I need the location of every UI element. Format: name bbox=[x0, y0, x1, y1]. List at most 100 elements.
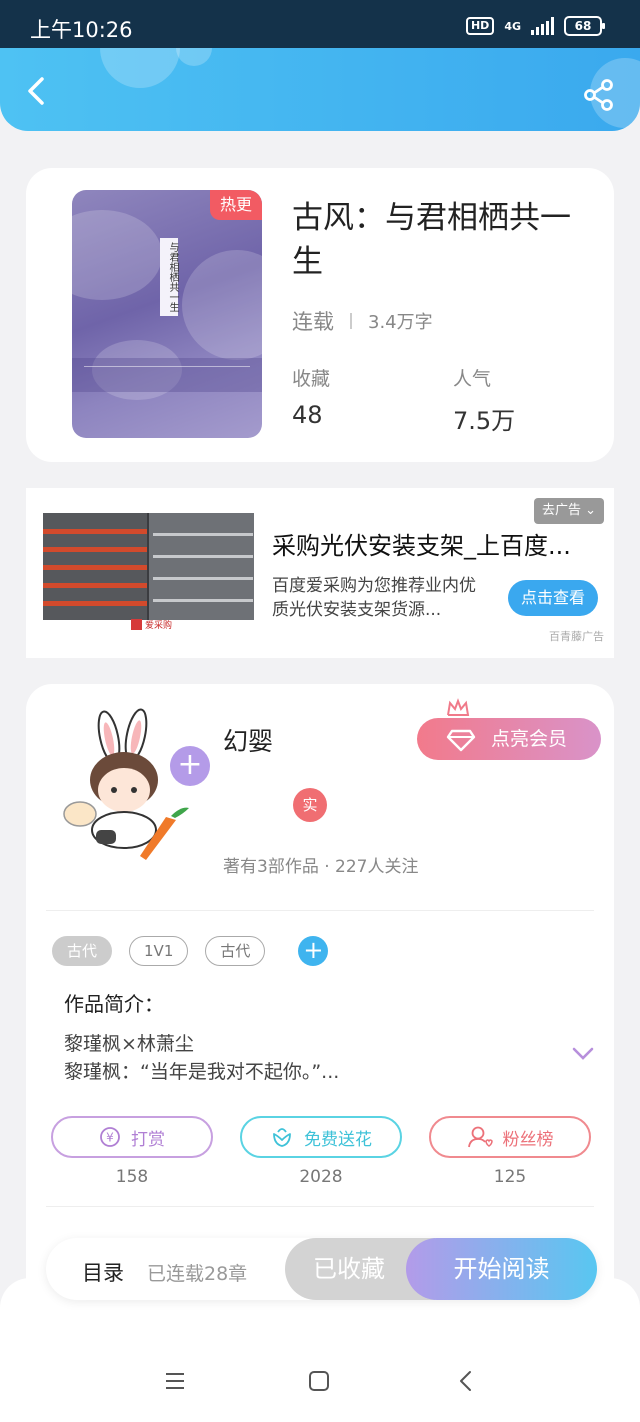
ad-rail bbox=[153, 599, 253, 602]
battery-level: 68 bbox=[574, 19, 592, 33]
ad-rail bbox=[43, 565, 147, 570]
status-bar: 上午10:26 HD 4G 68 bbox=[0, 0, 640, 48]
diamond-icon bbox=[446, 729, 476, 752]
intro-line: 黎瑾枫：“当年是我对不起你。”... bbox=[64, 1061, 340, 1083]
svg-text:¥: ¥ bbox=[106, 1131, 114, 1145]
tag-list: 古代 1V1 古代 + bbox=[52, 936, 329, 966]
ad-rail bbox=[153, 577, 253, 580]
serial-status: 连载 bbox=[292, 310, 334, 334]
flower-icon bbox=[273, 1128, 291, 1147]
hot-update-badge: 热更 bbox=[210, 190, 262, 220]
book-cover[interactable]: 与君相栖共一生 热更 bbox=[72, 190, 262, 438]
back-nav-icon[interactable] bbox=[455, 1370, 477, 1392]
tag-item[interactable]: 古代 bbox=[205, 936, 266, 966]
popularity-label: 人气 bbox=[453, 368, 492, 390]
cover-band-line bbox=[84, 366, 250, 367]
send-flower-button[interactable]: 免费送花 bbox=[240, 1116, 402, 1158]
reading-bar: 目录 已连载28章 已收藏 开始阅读 bbox=[46, 1238, 597, 1300]
share-icon bbox=[584, 79, 613, 111]
ad-image[interactable] bbox=[43, 513, 254, 620]
toc-button[interactable]: 目录 bbox=[82, 1257, 124, 1287]
chevron-down-icon[interactable] bbox=[571, 1046, 595, 1062]
tag-item[interactable]: 古代 bbox=[52, 936, 113, 966]
tip-count: 158 bbox=[115, 1167, 149, 1187]
author-stats: 著有3部作品 · 227人关注 bbox=[223, 857, 419, 877]
cover-band bbox=[72, 358, 262, 392]
start-reading-button[interactable]: 开始阅读 bbox=[406, 1238, 597, 1300]
back-arrow-icon bbox=[28, 77, 44, 105]
ad-brand: 爱采购 bbox=[131, 618, 172, 631]
ad-description: 百度爱采购为您推荐业内优质光伏安装支架货源... bbox=[272, 576, 476, 620]
section-divider bbox=[46, 910, 594, 911]
network-label: 4G bbox=[504, 19, 521, 33]
ad-title[interactable]: 采购光伏安装支架_上百度... bbox=[272, 526, 571, 561]
intro-line: 黎瑾枫×林萧尘 bbox=[64, 1033, 194, 1055]
fans-count: 125 bbox=[493, 1167, 527, 1187]
top-header bbox=[0, 48, 640, 131]
status-icons: HD 4G 68 bbox=[465, 16, 605, 36]
crown-icon bbox=[447, 698, 470, 716]
back-button[interactable] bbox=[22, 76, 52, 106]
ad-rail bbox=[153, 555, 253, 558]
decor-bubble bbox=[100, 48, 180, 88]
author-name[interactable]: 幻婴 bbox=[223, 722, 273, 758]
ad-source: 百青藤广告 bbox=[549, 630, 604, 643]
verified-badge: 实 bbox=[293, 788, 327, 822]
hd-icon: HD bbox=[465, 17, 495, 35]
ad-rail bbox=[153, 533, 253, 536]
battery-icon: 68 bbox=[564, 16, 605, 36]
follow-author-button[interactable]: + bbox=[170, 746, 210, 786]
flower-count: 2028 bbox=[299, 1167, 343, 1187]
flower-label: 免费送花 bbox=[304, 1129, 372, 1150]
menu-icon[interactable] bbox=[164, 1370, 186, 1392]
book-info-card: 与君相栖共一生 热更 古风：与君相栖共一生 连载 3.4万字 收藏 48 人气 … bbox=[26, 168, 614, 462]
book-title: 古风：与君相栖共一生 bbox=[292, 200, 571, 280]
remove-ad-label: 去广告 bbox=[541, 503, 581, 518]
ad-rail bbox=[43, 529, 147, 534]
add-tag-button[interactable]: + bbox=[298, 936, 329, 966]
favorites-label: 收藏 bbox=[292, 368, 331, 390]
tip-label: 打赏 bbox=[131, 1129, 165, 1150]
decor-bubble bbox=[176, 48, 212, 66]
share-button[interactable] bbox=[582, 78, 616, 112]
ad-image-right bbox=[149, 513, 254, 620]
ad-rail bbox=[43, 547, 147, 552]
popularity-stat: 人气 7.5万 bbox=[453, 364, 515, 436]
chevron-down-icon: ⌄ bbox=[585, 503, 596, 518]
intro-text[interactable]: 黎瑾枫×林萧尘 黎瑾枫：“当年是我对不起你。”... bbox=[64, 1030, 339, 1086]
favorites-stat: 收藏 48 bbox=[292, 364, 330, 429]
vip-button[interactable]: 点亮会员 bbox=[417, 718, 601, 760]
status-time: 上午10:26 bbox=[30, 18, 133, 42]
tip-button[interactable]: ¥ 打赏 bbox=[51, 1116, 213, 1158]
yen-coin-icon: ¥ bbox=[100, 1127, 120, 1147]
ad-brand-label: 爱采购 bbox=[145, 621, 173, 631]
remove-ad-button[interactable]: 去广告 ⌄ bbox=[533, 498, 604, 524]
meta-divider bbox=[350, 313, 352, 329]
tip-action: ¥ 打赏 158 bbox=[51, 1116, 213, 1187]
system-nav-bar bbox=[0, 1362, 640, 1402]
fan-ranking-button[interactable]: 粉丝榜 bbox=[429, 1116, 591, 1158]
cover-mist bbox=[72, 210, 162, 300]
popularity-value: 7.5万 bbox=[453, 407, 516, 435]
tag-item[interactable]: 1V1 bbox=[129, 936, 189, 966]
ad-cta-button[interactable]: 点击查看 bbox=[508, 580, 598, 616]
signal-icon bbox=[531, 17, 554, 35]
word-count: 3.4万字 bbox=[368, 312, 433, 333]
ad-brand-logo-icon bbox=[131, 619, 142, 630]
section-divider bbox=[46, 1206, 594, 1207]
book-meta: 连载 3.4万字 bbox=[292, 306, 433, 336]
cover-mist bbox=[182, 250, 262, 360]
ad-rail bbox=[43, 583, 147, 588]
favorites-value: 48 bbox=[292, 401, 323, 429]
chapter-count: 已连载28章 bbox=[147, 1263, 248, 1285]
action-buttons: ¥ 打赏 158 免费送花 2028 粉丝榜 125 bbox=[51, 1116, 591, 1187]
home-icon[interactable] bbox=[308, 1370, 330, 1392]
ad-rail bbox=[43, 601, 147, 606]
intro-heading: 作品简介： bbox=[64, 992, 164, 1016]
author-avatar[interactable]: + bbox=[54, 702, 210, 862]
ad-banner[interactable]: 爱采购 去广告 ⌄ 采购光伏安装支架_上百度... 百度爱采购为您推荐业内优质光… bbox=[26, 488, 614, 658]
fans-action: 粉丝榜 125 bbox=[429, 1116, 591, 1187]
cover-title: 与君相栖共一生 bbox=[160, 238, 178, 316]
flower-action: 免费送花 2028 bbox=[240, 1116, 402, 1187]
fans-label: 粉丝榜 bbox=[502, 1129, 554, 1150]
